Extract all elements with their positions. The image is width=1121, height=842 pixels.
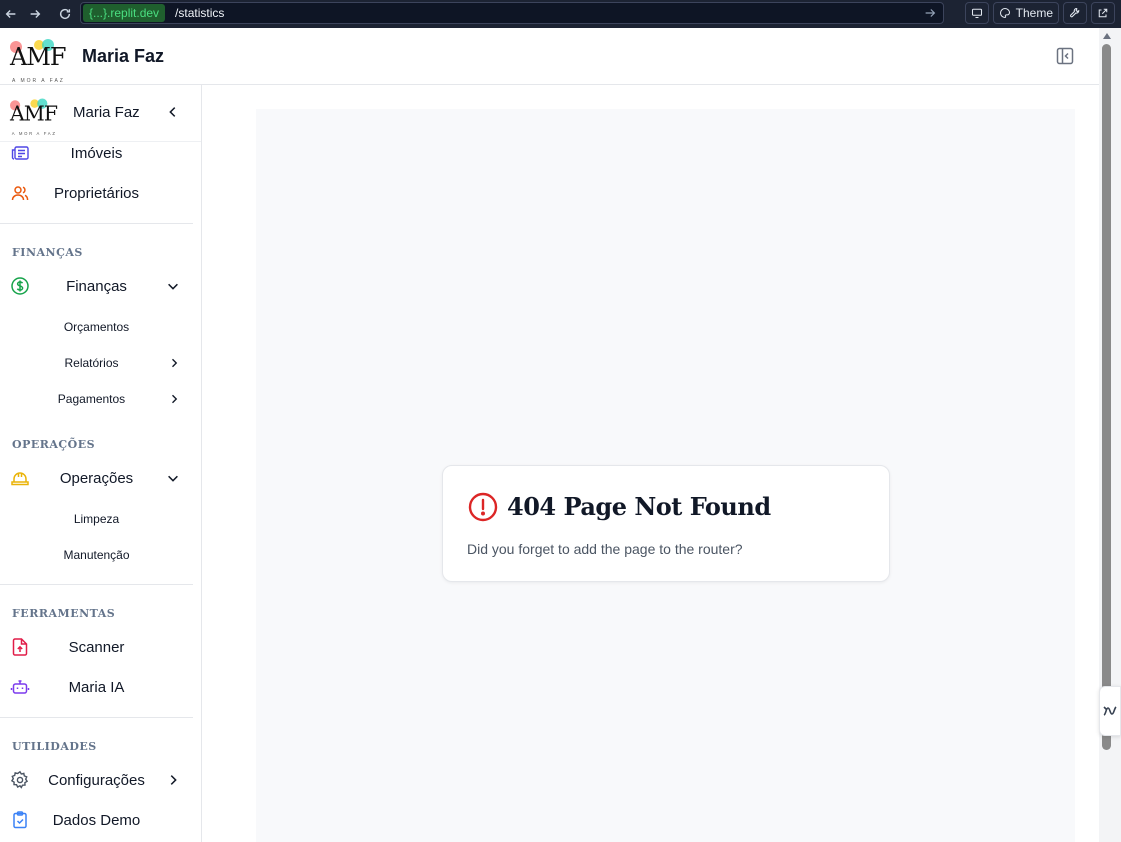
bot-icon	[10, 677, 30, 697]
address-bar[interactable]: {...}.replit.dev /statistics	[80, 2, 944, 24]
scrollbar-thumb[interactable]	[1102, 44, 1111, 750]
clipboard-check-icon	[10, 810, 30, 830]
sidebar-divider	[0, 223, 193, 224]
sidebar-subitem-label: Relatórios	[64, 356, 119, 370]
theme-label: Theme	[1015, 6, 1053, 20]
sidebar-item-label: Maria IA	[68, 678, 125, 696]
chevron-right-icon	[172, 394, 178, 404]
sidebar-title: Maria Faz	[73, 104, 140, 121]
browser-toolbar: {...}.replit.dev /statistics Theme	[0, 0, 1121, 28]
hard-hat-icon	[10, 468, 30, 488]
app-header: AMF A MOR A FAZ Maria Faz	[0, 28, 1099, 85]
not-found-description: Did you forget to add the page to the ro…	[467, 541, 743, 557]
chevron-down-icon	[168, 475, 178, 482]
url-domain: {...}.replit.dev	[83, 4, 166, 22]
not-found-title: 404 Page Not Found	[507, 492, 771, 521]
sidebar-subitem-pagamentos[interactable]: Pagamentos	[0, 384, 193, 414]
sidebar-item-dados-demo[interactable]: Dados Demo	[0, 802, 193, 838]
section-heading-operacoes: OPERAÇÕES	[12, 438, 96, 451]
sidebar-item-maria-ia[interactable]: Maria IA	[0, 669, 193, 705]
section-heading-financas: FINANÇAS	[12, 246, 83, 259]
sidebar-item-label: Operações	[59, 469, 134, 487]
reload-icon[interactable]	[54, 3, 76, 25]
chevron-right-icon	[172, 358, 178, 368]
sidebar-divider	[0, 584, 193, 585]
devices-button[interactable]	[964, 2, 989, 24]
scroll-up-arrow-icon[interactable]	[1102, 32, 1112, 40]
section-heading-ferramentas: FERRAMENTAS	[12, 607, 116, 620]
sidebar-item-scanner[interactable]: Scanner	[0, 629, 193, 665]
sidebar-subitem-label: Orçamentos	[63, 320, 130, 334]
palette-icon	[999, 7, 1010, 19]
theme-button[interactable]: Theme	[992, 2, 1059, 24]
sidebar-toggle-icon[interactable]	[1055, 46, 1075, 66]
sidebar-subitem-manutencao[interactable]: Manutenção	[0, 540, 193, 570]
go-arrow-icon[interactable]	[923, 6, 937, 20]
alert-circle-icon	[468, 492, 498, 522]
dollar-circle-icon	[10, 276, 30, 296]
sidebar-subitem-orcamentos[interactable]: Orçamentos	[0, 312, 193, 342]
sidebar-item-operacoes[interactable]: Operações	[0, 460, 193, 496]
sidebar: AMF A MOR A FAZ Maria Faz Imóveis Propri…	[0, 85, 202, 842]
chevron-down-icon	[168, 283, 178, 290]
sidebar-divider	[0, 717, 193, 718]
sidebar-item-label: Scanner	[68, 638, 125, 656]
sidebar-item-imoveis[interactable]: Imóveis	[0, 135, 193, 171]
gear-icon	[10, 770, 30, 790]
sidebar-logo: AMF A MOR A FAZ	[10, 98, 61, 137]
sidebar-item-label: Proprietários	[53, 184, 140, 202]
newspaper-icon	[10, 143, 30, 163]
sidebar-item-label: Configurações	[48, 771, 145, 789]
collapse-sidebar-icon[interactable]	[166, 105, 180, 119]
sidebar-subitem-label: Manutenção	[63, 548, 130, 562]
sidebar-subitem-relatorios[interactable]: Relatórios	[0, 348, 193, 378]
forward-icon[interactable]	[24, 3, 46, 25]
sidebar-subitem-label: Pagamentos	[57, 392, 126, 406]
not-found-card: 404 Page Not Found Did you forget to add…	[442, 465, 890, 582]
sidebar-subitem-limpeza[interactable]: Limpeza	[0, 504, 193, 534]
chevron-right-icon	[170, 775, 177, 785]
sidebar-header: AMF A MOR A FAZ Maria Faz	[0, 85, 201, 142]
wave-icon	[1103, 706, 1117, 716]
wrench-icon	[1070, 7, 1080, 18]
external-link-icon	[1098, 8, 1108, 18]
sidebar-item-financas[interactable]: Finanças	[0, 268, 193, 304]
users-icon	[10, 183, 30, 203]
monitor-icon	[971, 8, 982, 19]
app-title: Maria Faz	[82, 45, 165, 66]
sidebar-item-label: Finanças	[66, 277, 127, 295]
sidebar-subitem-label: Limpeza	[73, 512, 120, 526]
floating-tools-tab[interactable]	[1099, 686, 1121, 736]
section-heading-utilidades: UTILIDADES	[12, 740, 97, 753]
file-upload-icon	[10, 637, 30, 657]
sidebar-item-label: Dados Demo	[52, 811, 141, 829]
tools-button[interactable]	[1063, 2, 1087, 24]
open-external-button[interactable]	[1091, 2, 1115, 24]
url-path: /statistics	[175, 6, 225, 20]
sidebar-item-configuracoes[interactable]: Configurações	[0, 762, 193, 798]
back-icon[interactable]	[0, 3, 22, 25]
sidebar-item-label: Imóveis	[70, 144, 123, 162]
brand-logo[interactable]: AMF A MOR A FAZ	[10, 39, 70, 84]
sidebar-item-proprietarios[interactable]: Proprietários	[0, 175, 193, 211]
